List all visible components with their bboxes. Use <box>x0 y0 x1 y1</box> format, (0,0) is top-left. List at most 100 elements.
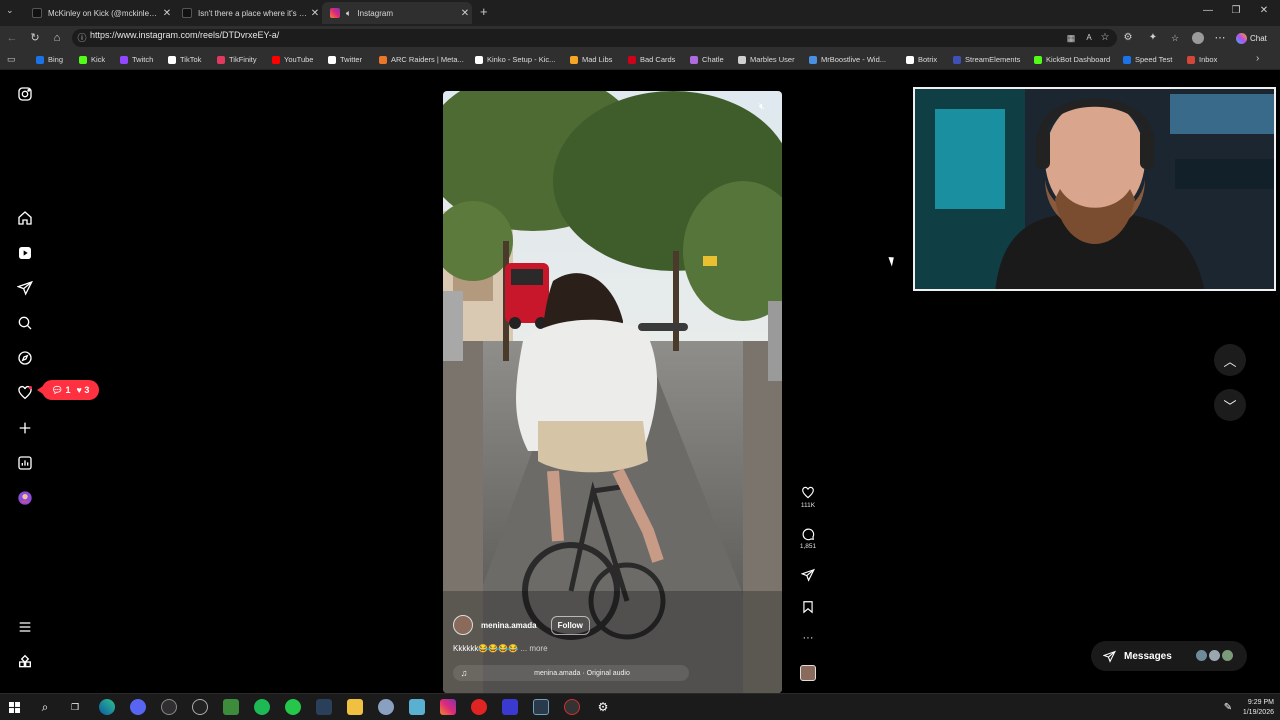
pen-tray-icon[interactable]: ✎ <box>1220 699 1236 715</box>
follow-button[interactable]: Follow <box>550 615 590 635</box>
steam-icon[interactable] <box>316 699 332 715</box>
favorite-star-icon[interactable]: ☆ <box>1098 31 1112 45</box>
creative-app-icon[interactable] <box>471 699 487 715</box>
speaker-icon[interactable]: 🔈︎ <box>346 8 351 19</box>
close-icon[interactable]: ✕ <box>458 8 472 19</box>
home-icon[interactable] <box>17 210 33 226</box>
profile-avatar[interactable] <box>17 490 33 506</box>
chat-app-icon[interactable] <box>285 699 301 715</box>
split-screen-icon[interactable]: ☆ <box>1168 31 1182 45</box>
explore-compass-icon[interactable] <box>17 350 33 366</box>
bookmark-item[interactable]: TikFinity <box>217 55 257 64</box>
discord-icon[interactable] <box>130 699 146 715</box>
extensions-icon[interactable]: ⚙ <box>1121 31 1135 45</box>
mute-icon[interactable]: 🔇︎ <box>759 101 765 112</box>
url-text[interactable]: https://www.instagram.com/reels/DTDvrxeE… <box>90 30 279 40</box>
bookmark-item[interactable]: Chatle <box>690 55 724 64</box>
bookmark-item[interactable]: ARC Raiders | Meta... <box>379 55 464 64</box>
save-action[interactable] <box>796 600 820 614</box>
like-action[interactable]: 111K <box>796 486 820 509</box>
tab-instagram[interactable]: 🔈︎ Instagram ✕ <box>322 2 472 24</box>
window-close-button[interactable]: ✕ <box>1254 5 1274 16</box>
search-icon[interactable] <box>17 315 33 331</box>
settings-gear-icon[interactable]: ⚙ <box>595 699 611 715</box>
bookmark-label: Speed Test <box>1135 55 1173 64</box>
bookmark-item[interactable]: Mad Libs <box>570 55 612 64</box>
favorites-icon[interactable]: ▭ <box>7 54 16 65</box>
notepad-icon[interactable] <box>409 699 425 715</box>
tab-mckinley[interactable]: McKinley on Kick (@mckinley.tv) | ✕ <box>24 2 174 24</box>
create-plus-icon[interactable] <box>17 420 33 436</box>
more-menu-icon[interactable]: ⋯ <box>1213 31 1227 45</box>
also-from-meta-icon[interactable] <box>17 654 33 670</box>
bookmark-item[interactable]: Kick <box>79 55 105 64</box>
reels-icon[interactable] <box>17 245 33 261</box>
recorder-icon[interactable] <box>564 699 580 715</box>
reel-video[interactable]: 🔇︎ menina.amada Follow Kkkkkk😂😂😂😂 ... mo… <box>443 91 782 693</box>
file-explorer-icon[interactable] <box>347 699 363 715</box>
bookmark-item[interactable]: KickBot Dashboard <box>1034 55 1110 64</box>
bookmark-item[interactable]: TikTok <box>168 55 201 64</box>
system-clock[interactable]: 9:29 PM 1/19/2026 <box>1240 698 1274 718</box>
bookmark-item[interactable]: Bad Cards <box>628 55 675 64</box>
minimize-button[interactable]: — <box>1198 5 1218 16</box>
notifications-heart-icon[interactable] <box>17 385 33 401</box>
caption-more-link[interactable]: ... more <box>520 644 547 653</box>
copilot-chat-button[interactable]: Chat <box>1236 30 1267 46</box>
bookmark-item[interactable]: Speed Test <box>1123 55 1172 64</box>
obs-icon[interactable] <box>161 699 177 715</box>
direct-messages-icon[interactable] <box>17 280 33 296</box>
bookmark-item[interactable]: Kinko - Setup - Kic... <box>475 55 555 64</box>
read-aloud-icon[interactable]: A <box>1082 31 1096 45</box>
bookmark-item[interactable]: Botrix <box>906 55 937 64</box>
close-icon[interactable]: ✕ <box>308 8 322 19</box>
like-count: 111K <box>800 502 816 509</box>
site-info-icon[interactable]: ⓘ <box>75 31 89 45</box>
more-menu-icon[interactable] <box>17 619 33 635</box>
author-username[interactable]: menina.amada <box>481 621 537 630</box>
streamdeck-icon[interactable] <box>502 699 518 715</box>
spotify-icon[interactable] <box>254 699 270 715</box>
bookmark-item[interactable]: MrBoostlive - Wid... <box>809 55 886 64</box>
reel-audio-button[interactable]: ♫ menina.amada · Original audio <box>453 665 689 681</box>
comment-action[interactable]: 1,851 <box>796 527 820 550</box>
search-icon[interactable]: ⌕ <box>37 699 53 715</box>
previous-reel-button[interactable]: ︿ <box>1214 344 1246 376</box>
bookmark-item[interactable]: Twitter <box>328 55 362 64</box>
bookmark-item[interactable]: Inbox <box>1187 55 1217 64</box>
app-icon[interactable] <box>378 699 394 715</box>
profile-avatar[interactable] <box>1191 31 1205 45</box>
edge-browser-icon[interactable] <box>99 699 115 715</box>
share-action[interactable] <box>796 568 820 582</box>
start-windows-icon[interactable] <box>6 699 22 715</box>
dashboard-icon[interactable] <box>17 455 33 471</box>
streaming-app-icon[interactable] <box>192 699 208 715</box>
back-icon[interactable]: ← <box>5 31 19 45</box>
notification-badge[interactable]: 💬︎ 1 ♥ 3 <box>37 380 99 400</box>
tab-tiktok-question[interactable]: Isn't there a place where it's comm ✕ <box>174 2 322 24</box>
new-tab-button[interactable]: + <box>480 4 488 19</box>
bookmark-item[interactable]: YouTube <box>272 55 313 64</box>
instagram-icon[interactable] <box>440 699 456 715</box>
audio-thumbnail[interactable] <box>800 665 816 681</box>
author-avatar[interactable] <box>453 615 473 635</box>
maximize-button[interactable]: ❐ <box>1226 5 1246 16</box>
bookmark-item[interactable]: StreamElements <box>953 55 1020 64</box>
terminal-icon[interactable] <box>533 699 549 715</box>
game-launcher-icon[interactable] <box>223 699 239 715</box>
more-options-action[interactable]: ··· <box>796 632 820 644</box>
task-view-icon[interactable]: ❐ <box>67 699 83 715</box>
bookmark-item[interactable]: Twitch <box>120 55 153 64</box>
messages-button[interactable]: Messages <box>1091 641 1247 671</box>
next-reel-button[interactable]: ﹀ <box>1214 389 1246 421</box>
app-available-icon[interactable]: ▦ <box>1064 31 1078 45</box>
bookmarks-overflow-icon[interactable]: › <box>1256 53 1259 64</box>
tab-list-chevron-icon[interactable]: ⌄ <box>6 5 14 16</box>
bookmark-item[interactable]: Bing <box>36 55 63 64</box>
close-icon[interactable]: ✕ <box>160 8 174 19</box>
home-icon[interactable]: ⌂ <box>50 31 64 45</box>
bookmark-item[interactable]: Marbles User <box>738 55 795 64</box>
instagram-logo-icon[interactable] <box>17 86 33 102</box>
refresh-icon[interactable]: ↻ <box>28 31 42 45</box>
extension-puzzle-icon[interactable]: ✦ <box>1146 31 1160 45</box>
